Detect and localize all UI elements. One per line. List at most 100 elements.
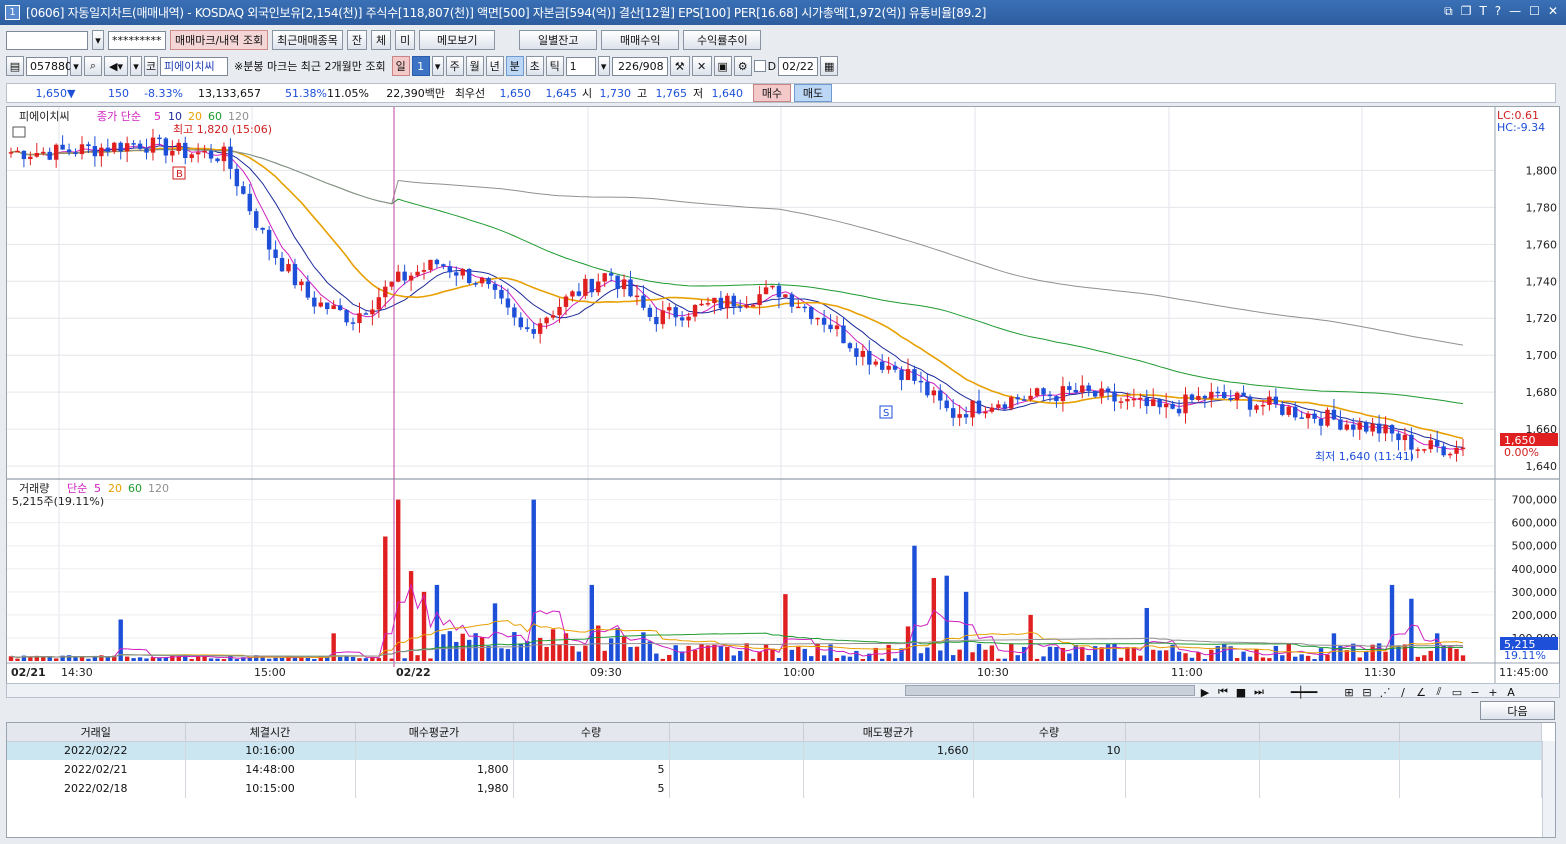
- candle: [1215, 391, 1220, 394]
- volume-bar: [1105, 644, 1111, 661]
- search-icon[interactable]: ⌕: [84, 56, 102, 76]
- recent-trades-button[interactable]: 최근매매종목: [272, 30, 343, 50]
- volume-bar: [1176, 651, 1182, 661]
- table-row[interactable]: 2022/02/22 10:16:00 1,660 10: [7, 741, 1542, 760]
- indicator-icon[interactable]: ⚒: [669, 56, 690, 76]
- tab-second[interactable]: 초: [525, 56, 544, 76]
- candle: [1202, 395, 1208, 399]
- chevron-down-icon[interactable]: ▾: [597, 56, 610, 76]
- tab-tick[interactable]: 틱: [545, 56, 564, 76]
- stop-icon[interactable]: ■: [1233, 684, 1249, 700]
- tab-month[interactable]: 월: [465, 56, 484, 76]
- channel-icon[interactable]: ⫽: [1431, 684, 1447, 700]
- candle: [505, 298, 511, 308]
- help-icon[interactable]: ?: [1495, 4, 1501, 19]
- volume-legend-close: 단순: [67, 482, 87, 495]
- open-label: 시: [581, 87, 593, 100]
- date-input[interactable]: 02/22: [778, 56, 819, 76]
- volume-bar: [667, 654, 672, 661]
- split-icon[interactable]: ⊞: [1341, 684, 1357, 700]
- scroll-right-icon[interactable]: ▶: [1197, 684, 1213, 700]
- compare-icon[interactable]: ⊟: [1359, 684, 1375, 700]
- trendline-icon[interactable]: ∕: [1395, 684, 1411, 700]
- tab-minute[interactable]: 분: [505, 56, 524, 76]
- zoom-slider-icon[interactable]: ━┿━━: [1269, 684, 1339, 700]
- tab-week[interactable]: 주: [445, 56, 464, 76]
- volume-tick: 700,000: [1512, 494, 1558, 507]
- cell-buy-avg: 1,980: [355, 779, 514, 798]
- volume-bar: [660, 658, 665, 661]
- unfilled-button[interactable]: 미: [395, 30, 416, 50]
- date-checkbox[interactable]: [753, 60, 766, 72]
- tab-year[interactable]: 년: [485, 56, 504, 76]
- price-volume-chart[interactable]: 피에이치씨 종가 단순 5 10 20 60 120 최고 1,820 (15:…: [7, 107, 1559, 683]
- candle: [486, 277, 491, 285]
- zoom-out-icon[interactable]: −: [1467, 684, 1483, 700]
- fib-icon[interactable]: ⋰: [1377, 684, 1393, 700]
- chevron-down-icon[interactable]: ▾: [130, 56, 142, 76]
- daily-balance-button[interactable]: 일별잔고: [519, 30, 598, 50]
- chevron-down-icon[interactable]: ▾: [92, 30, 104, 50]
- volume-bar: [53, 658, 59, 661]
- text-tool-icon[interactable]: A: [1503, 684, 1519, 700]
- scroll-thumb[interactable]: [905, 685, 1195, 696]
- link-icon[interactable]: ⧉: [1444, 4, 1453, 19]
- text-icon[interactable]: T: [1479, 4, 1486, 19]
- chevron-down-icon[interactable]: ▾: [70, 56, 82, 76]
- minimize-icon[interactable]: —: [1509, 4, 1521, 19]
- tab-day[interactable]: 일: [391, 56, 410, 76]
- forward-icon[interactable]: ⏭: [1251, 684, 1267, 700]
- rewind-icon[interactable]: ⏮: [1215, 684, 1231, 700]
- buy-button[interactable]: 매수: [753, 84, 791, 102]
- sell-button[interactable]: 매도: [794, 84, 832, 102]
- volume-bar: [1125, 647, 1130, 661]
- close-icon[interactable]: ✕: [1548, 4, 1558, 19]
- crosshair-icon[interactable]: ✕: [691, 56, 712, 76]
- speaker-icon[interactable]: ◀▾: [104, 56, 128, 76]
- restore-icon[interactable]: ❐: [1461, 4, 1472, 19]
- volume-bar: [350, 656, 356, 661]
- candle: [1189, 394, 1195, 400]
- layout-icon[interactable]: ▤: [6, 56, 24, 76]
- table-row[interactable]: 2022/02/21 14:48:00 1,800 5: [7, 760, 1542, 779]
- angle-icon[interactable]: ∠: [1413, 684, 1429, 700]
- table-scrollbar[interactable]: [1542, 741, 1555, 837]
- candle: [208, 150, 214, 159]
- trade-amount: 22,390백만: [386, 87, 445, 100]
- executed-button[interactable]: 체: [371, 30, 392, 50]
- account-select[interactable]: [6, 30, 88, 50]
- candle: [1447, 453, 1453, 456]
- sell-mark-label: S: [883, 408, 889, 419]
- trade-profit-button[interactable]: 매매수익: [601, 30, 680, 50]
- balance-button[interactable]: 잔: [346, 30, 368, 50]
- tab-period-value[interactable]: 1: [411, 56, 430, 76]
- save-icon[interactable]: ▣: [713, 56, 732, 76]
- chart-panel[interactable]: 피에이치씨 종가 단순 5 10 20 60 120 최고 1,820 (15:…: [6, 106, 1560, 684]
- return-trend-button[interactable]: 수익률추이: [683, 30, 762, 50]
- calendar-icon[interactable]: ▦: [820, 56, 839, 76]
- interval-select[interactable]: 1: [565, 56, 596, 76]
- password-field[interactable]: *********: [108, 30, 166, 50]
- sell-mark[interactable]: S: [879, 405, 893, 419]
- buy-mark[interactable]: B: [172, 166, 186, 180]
- gear-icon[interactable]: ⚙: [733, 56, 752, 76]
- volume-bar: [938, 650, 943, 661]
- chart-scrollbar[interactable]: ▶ ⏮ ■ ⏭ ━┿━━ ⊞ ⊟ ⋰ ∕ ∠ ⫽ ▭ − + A: [6, 683, 1560, 700]
- box-icon[interactable]: ▭: [1449, 684, 1465, 700]
- candle: [957, 414, 962, 418]
- candle: [1118, 401, 1124, 403]
- candle: [357, 313, 362, 324]
- count-field[interactable]: 226/908: [611, 56, 668, 76]
- candle: [441, 264, 446, 267]
- next-button[interactable]: 다음: [1480, 701, 1555, 720]
- candle: [447, 266, 453, 273]
- maximize-icon[interactable]: ☐: [1529, 4, 1540, 19]
- candle: [1041, 388, 1046, 395]
- stock-code-input[interactable]: 057880: [26, 56, 72, 76]
- memo-button[interactable]: 메모보기: [419, 30, 496, 50]
- chevron-down-icon[interactable]: ▾: [431, 56, 444, 76]
- zoom-in-icon[interactable]: +: [1485, 684, 1501, 700]
- volume-bar: [1054, 646, 1059, 661]
- table-row[interactable]: 2022/02/18 10:15:00 1,980 5: [7, 779, 1542, 798]
- mark-query-button[interactable]: 매매마크/내역 조회: [170, 30, 269, 50]
